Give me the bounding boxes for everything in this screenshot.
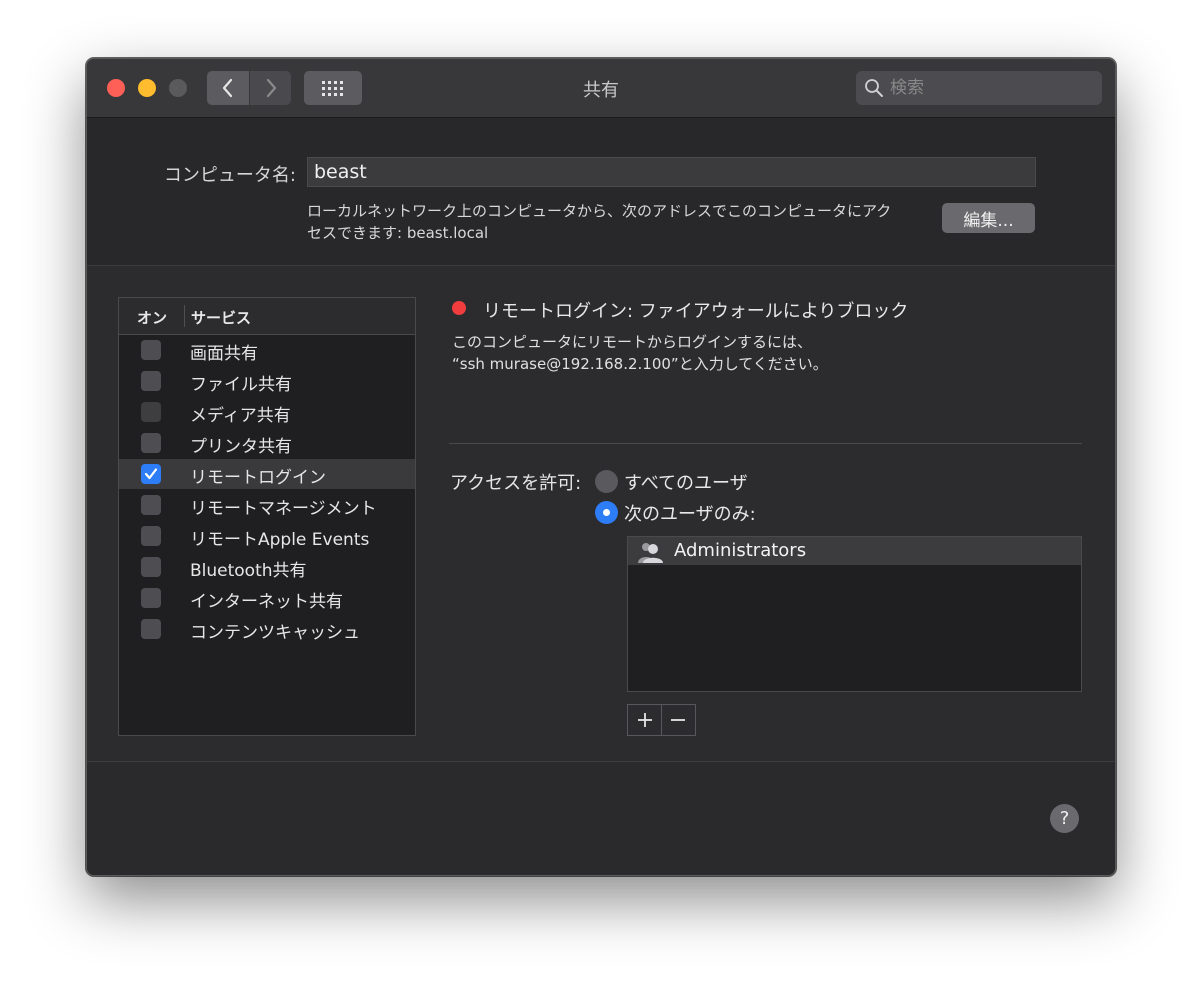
service-label: 画面共有 [190, 344, 258, 364]
column-header-on[interactable]: オン [137, 307, 167, 328]
service-row-bluetooth-sharing[interactable]: Bluetooth共有 [119, 552, 415, 582]
service-row-internet-sharing[interactable]: インターネット共有 [119, 583, 415, 613]
checkmark-icon [144, 468, 158, 480]
radio-all-users-label[interactable]: すべてのユーザ [624, 469, 748, 495]
service-row-media-sharing[interactable]: メディア共有 [119, 397, 415, 427]
titlebar: 共有 [87, 59, 1115, 118]
service-label: リモートログイン [190, 468, 326, 488]
service-list: オン サービス 画面共有 ファイル共有 メディア共有 プリンタ共有 リモートログ… [118, 297, 416, 736]
service-checkbox[interactable] [141, 340, 161, 360]
service-checkbox[interactable] [141, 588, 161, 608]
status-title: リモートログイン: ファイアウォールによりブロック [483, 301, 909, 322]
minus-icon [671, 719, 686, 721]
status-indicator-red [452, 301, 466, 315]
search-input[interactable] [888, 77, 1092, 99]
status-description: このコンピュータにリモートからログインするには、 “ssh murase@192… [452, 331, 828, 375]
service-row-content-caching[interactable]: コンテンツキャッシュ [119, 614, 415, 644]
user-group-icon [638, 543, 663, 563]
computer-name-label: コンピュータ名: [163, 165, 296, 186]
radio-all-users[interactable] [595, 470, 618, 493]
service-label: メディア共有 [190, 406, 291, 426]
add-remove-buttons [627, 704, 696, 736]
section-divider [449, 443, 1082, 444]
service-row-printer-sharing[interactable]: プリンタ共有 [119, 428, 415, 458]
service-checkbox[interactable] [141, 557, 161, 577]
service-checkbox[interactable] [141, 371, 161, 391]
address-description: ローカルネットワーク上のコンピュータから、次のアドレスでこのコンピュータにアク … [307, 200, 927, 244]
user-row-administrators[interactable]: Administrators [628, 537, 1081, 565]
service-label: ファイル共有 [190, 375, 292, 395]
service-label: リモートApple Events [190, 530, 370, 550]
column-header-service[interactable]: サービス [191, 307, 251, 328]
help-button[interactable]: ? [1050, 804, 1079, 833]
service-checkbox-checked[interactable] [141, 464, 161, 484]
user-label: Administrators [674, 540, 807, 561]
computer-name-section: コンピュータ名: ローカルネットワーク上のコンピュータから、次のアドレスでこのコ… [87, 118, 1115, 266]
column-divider [184, 305, 185, 327]
bottom-area [87, 762, 1115, 875]
service-row-remote-management[interactable]: リモートマネージメント [119, 490, 415, 520]
remove-user-button[interactable] [662, 705, 695, 735]
status-desc-line-2: “ssh murase@192.168.2.100”と入力してください。 [452, 355, 828, 373]
radio-only-these-users-label[interactable]: 次のユーザのみ: [624, 500, 756, 526]
service-checkbox[interactable] [141, 402, 161, 422]
radio-only-these-users[interactable] [595, 501, 618, 524]
access-label: アクセスを許可: [450, 473, 582, 494]
service-label: プリンタ共有 [190, 437, 292, 457]
status-desc-line-1: このコンピュータにリモートからログインするには、 [452, 333, 813, 351]
service-checkbox[interactable] [141, 495, 161, 515]
search-icon [864, 78, 884, 98]
service-checkbox[interactable] [141, 433, 161, 453]
computer-name-input[interactable] [307, 157, 1036, 187]
sharing-window: 共有 コンピュータ名: ローカルネットワーク上のコンピュータから、次のアドレスで… [86, 58, 1116, 876]
service-label: インターネット共有 [190, 592, 343, 612]
allowed-users-list[interactable]: Administrators [627, 536, 1082, 692]
service-row-screen-sharing[interactable]: 画面共有 [119, 335, 415, 365]
service-checkbox[interactable] [141, 619, 161, 639]
add-user-button[interactable] [628, 705, 661, 735]
service-row-remote-apple-events[interactable]: リモートApple Events [119, 521, 415, 551]
plus-icon [637, 713, 652, 727]
question-mark-icon: ? [1059, 808, 1070, 829]
service-list-header: オン サービス [119, 298, 415, 335]
service-label: リモートマネージメント [190, 499, 377, 519]
service-row-file-sharing[interactable]: ファイル共有 [119, 366, 415, 396]
edit-button[interactable]: 編集... [942, 203, 1035, 233]
service-label: コンテンツキャッシュ [190, 623, 360, 643]
service-row-remote-login[interactable]: リモートログイン [119, 459, 415, 489]
service-checkbox[interactable] [141, 526, 161, 546]
service-label: Bluetooth共有 [190, 561, 307, 581]
address-line-2: セスできます: beast.local [307, 224, 489, 242]
address-line-1: ローカルネットワーク上のコンピュータから、次のアドレスでこのコンピュータにアク [307, 202, 892, 220]
search-field[interactable] [856, 71, 1102, 105]
